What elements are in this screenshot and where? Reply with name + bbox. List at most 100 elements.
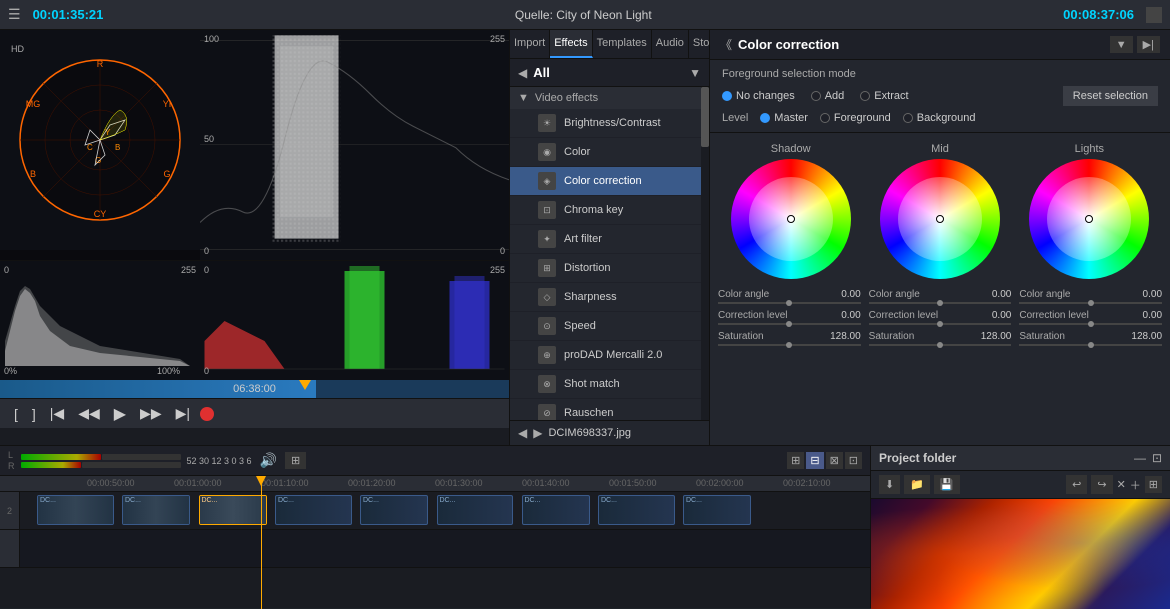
radio-no-changes[interactable]: No changes	[722, 90, 795, 102]
next-clip-btn[interactable]: ▶▶	[136, 403, 166, 424]
effect-category-video[interactable]: ▼ Video effects	[510, 87, 701, 109]
wf-label-0: 0	[204, 246, 209, 256]
shadow-ca-label: Color angle	[718, 289, 837, 300]
lights-cl-slider[interactable]	[1019, 323, 1162, 325]
effect-color-correction[interactable]: ◈ Color correction	[510, 167, 701, 196]
radio-extract[interactable]: Extract	[860, 90, 908, 102]
effect-color[interactable]: ◉ Color	[510, 138, 701, 167]
tl-clip-6[interactable]: DC...	[437, 495, 514, 525]
prev-clip-btn[interactable]: ◀◀	[74, 403, 104, 424]
nav-fwd-arrow[interactable]: ▶	[533, 426, 542, 440]
shadow-cl-slider[interactable]	[718, 323, 861, 325]
mid-cl-slider[interactable]	[869, 323, 1012, 325]
main-area: HD R YI	[0, 30, 1170, 445]
effect-shot-match[interactable]: ⊗ Shot match	[510, 370, 701, 399]
tab-effects[interactable]: Effects	[550, 30, 592, 58]
vt-btn-3[interactable]: ⊠	[826, 452, 843, 469]
mid-wheel-dot[interactable]	[936, 215, 944, 223]
effects-scroll-thumb[interactable]	[701, 87, 709, 147]
nav-back-arrow[interactable]: ◀	[518, 426, 527, 440]
lights-wheel-dot[interactable]	[1085, 215, 1093, 223]
vt-btn-4[interactable]: ⊡	[845, 452, 862, 469]
view-mode-btn[interactable]: ⊞	[285, 452, 306, 469]
mid-sat-value: 128.00	[981, 331, 1012, 342]
lights-sat-slider[interactable]	[1019, 344, 1162, 346]
hist-label-0-left: 0	[4, 265, 9, 275]
tl-clip-7[interactable]: DC...	[522, 495, 590, 525]
radio-master[interactable]: Master	[760, 112, 808, 124]
mid-ca-label: Color angle	[869, 289, 988, 300]
mid-sat-slider[interactable]	[869, 344, 1012, 346]
tab-audio[interactable]: Audio	[652, 30, 689, 58]
pf-folder-btn[interactable]: 📁	[904, 475, 930, 494]
effect-art-filter[interactable]: ✦ Art filter	[510, 225, 701, 254]
tab-import[interactable]: Import	[510, 30, 550, 58]
effect-distortion[interactable]: ⊞ Distortion	[510, 254, 701, 283]
progress-bar[interactable]: 06:38:00	[0, 380, 509, 398]
level-meters	[21, 454, 181, 468]
radio-add[interactable]: Add	[811, 90, 845, 102]
shadow-color-wheel[interactable]	[731, 159, 851, 279]
category-arrow: ▼	[518, 92, 529, 104]
pf-undo-btn[interactable]: ↩	[1066, 475, 1087, 494]
timecode-current: 00:01:35:21	[33, 7, 104, 22]
bracket-out-btn[interactable]: ]	[28, 404, 40, 424]
volume-btn[interactable]: 🔊	[258, 450, 279, 471]
effect-sharpness[interactable]: ◇ Sharpness	[510, 283, 701, 312]
shadow-wheel-dot[interactable]	[787, 215, 795, 223]
pf-expand-btn[interactable]: ⊡	[1152, 451, 1162, 465]
effect-chroma-key[interactable]: ⊡ Chroma key	[510, 196, 701, 225]
track-content-1: DC... DC... DC... DC... DC... DC...	[20, 492, 870, 529]
tl-clip-3[interactable]: DC...	[199, 495, 267, 525]
color-angle-row: Color angle 0.00 Color angle 0.00 Color …	[710, 289, 1170, 300]
hamburger-icon[interactable]: ☰	[8, 6, 21, 23]
radio-background-label: Background	[917, 112, 976, 124]
reset-selection-btn[interactable]: Reset selection	[1063, 86, 1158, 106]
tab-templates[interactable]: Templates	[593, 30, 652, 58]
shadow-sat-slider[interactable]	[718, 344, 861, 346]
next-frame-btn[interactable]: ▶|	[172, 403, 194, 424]
wheel-shadow: Shadow	[722, 143, 859, 279]
mid-ca-slider[interactable]	[869, 302, 1012, 304]
play-btn[interactable]: ▶	[110, 402, 130, 426]
effect-prodad[interactable]: ⊕ proDAD Mercalli 2.0	[510, 341, 701, 370]
tl-clip-9[interactable]: DC...	[683, 495, 751, 525]
lights-color-wheel[interactable]	[1029, 159, 1149, 279]
radio-background[interactable]: Background	[903, 112, 976, 124]
pf-minimize-btn[interactable]: —	[1134, 451, 1146, 465]
pf-download-btn[interactable]: ⬇	[879, 475, 900, 494]
tl-clip-1[interactable]: DC...	[37, 495, 114, 525]
radio-foreground[interactable]: Foreground	[820, 112, 891, 124]
svg-text:YI: YI	[163, 99, 172, 109]
pf-close-btn[interactable]: ✕	[1117, 478, 1126, 491]
pf-add-btn[interactable]: ＋	[1130, 477, 1141, 493]
bracket-in-btn[interactable]: [	[10, 404, 22, 424]
lights-ca-slider[interactable]	[1019, 302, 1162, 304]
prev-frame-btn[interactable]: |◀	[46, 403, 68, 424]
effects-list-container: ▼ Video effects ☀ Brightness/Contrast ◉ …	[510, 87, 709, 420]
vt-btn-1[interactable]: ⊞	[787, 452, 804, 469]
effect-brightness-contrast[interactable]: ☀ Brightness/Contrast	[510, 109, 701, 138]
pf-redo-btn[interactable]: ↪	[1091, 475, 1112, 494]
effects-dropdown-arrow[interactable]: ▼	[689, 66, 701, 80]
color-icon: ◉	[538, 143, 556, 161]
tl-clip-5[interactable]: DC...	[360, 495, 428, 525]
tl-clip-2[interactable]: DC...	[122, 495, 190, 525]
cc-skip-btn[interactable]: ▶|	[1137, 36, 1160, 53]
window-resize-icon[interactable]	[1146, 7, 1162, 23]
cc-back-arrows[interactable]: 《	[720, 36, 732, 53]
cc-dropdown-btn[interactable]: ▼	[1110, 36, 1133, 53]
record-btn[interactable]	[200, 407, 214, 421]
radio-extract-dot	[860, 91, 870, 101]
pf-grid-btn[interactable]: ⊞	[1145, 476, 1162, 493]
effect-speed[interactable]: ⊙ Speed	[510, 312, 701, 341]
pf-save-btn[interactable]: 💾	[934, 475, 960, 494]
tl-clip-4[interactable]: DC...	[275, 495, 352, 525]
effects-back-btn[interactable]: ◀	[518, 66, 527, 80]
mid-color-wheel[interactable]	[880, 159, 1000, 279]
vt-btn-2[interactable]: ⊟	[806, 452, 823, 469]
effects-scrollbar[interactable]	[701, 87, 709, 420]
shadow-ca-slider[interactable]	[718, 302, 861, 304]
tl-clip-8[interactable]: DC...	[598, 495, 675, 525]
effect-rauschen[interactable]: ⊘ Rauschen	[510, 399, 701, 420]
